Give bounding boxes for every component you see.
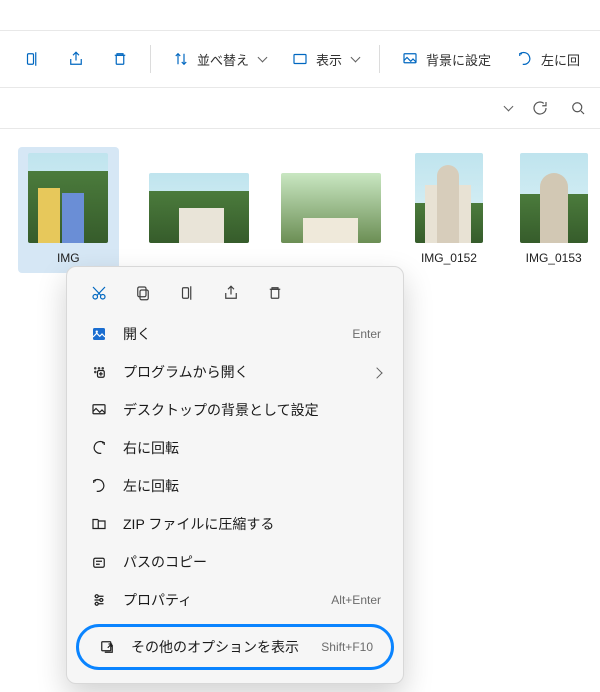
zip-icon [89, 514, 109, 534]
view-button[interactable]: 表示 [280, 43, 369, 75]
thumbnail-image [149, 173, 249, 243]
menu-rotate-left[interactable]: 左に回転 [73, 467, 397, 505]
toolbar-divider [379, 45, 380, 73]
rotate-left-label: 左に回 [541, 50, 580, 69]
rotate-left-icon [515, 49, 535, 69]
delete-button[interactable] [100, 43, 140, 75]
menu-properties-hint: Alt+Enter [331, 593, 381, 607]
refresh-button[interactable] [530, 98, 550, 118]
menu-properties[interactable]: プロパティ Alt+Enter [73, 581, 397, 619]
menu-set-background[interactable]: デスクトップの背景として設定 [73, 391, 397, 429]
thumbnail[interactable]: IMG_0152 [411, 147, 488, 273]
thumbnail-label: IMG_0152 [421, 251, 477, 265]
context-menu: 開く Enter プログラムから開く デスクトップの背景として設定 右に回転 左… [66, 266, 404, 684]
sort-icon [171, 49, 191, 69]
menu-open-hint: Enter [352, 327, 381, 341]
menu-rotate-right-label: 右に回転 [123, 438, 381, 458]
set-background-label: 背景に設定 [426, 50, 491, 69]
trash-icon[interactable] [265, 283, 285, 303]
menu-open-label: 開く [123, 324, 338, 344]
toolbar-divider [150, 45, 151, 73]
chevron-down-icon[interactable] [504, 102, 514, 112]
rotate-left-icon [89, 476, 109, 496]
sort-button[interactable]: 並べ替え [161, 43, 276, 75]
copy-path-icon [89, 552, 109, 572]
cut-icon[interactable] [89, 283, 109, 303]
menu-rotate-left-label: 左に回転 [123, 476, 381, 496]
chevron-right-icon [373, 365, 381, 380]
chevron-down-icon [351, 53, 361, 63]
chevron-down-icon [258, 53, 268, 63]
toolbar: 並べ替え 表示 背景に設定 左に回 [0, 30, 600, 88]
thumbnail[interactable]: IMG_0153 [515, 147, 592, 273]
menu-rotate-right[interactable]: 右に回転 [73, 429, 397, 467]
rename-button[interactable] [12, 43, 52, 75]
share-icon[interactable] [221, 283, 241, 303]
thumbnail-image [281, 173, 381, 243]
background-icon [400, 49, 420, 69]
menu-open-with-label: プログラムから開く [123, 362, 359, 382]
more-options-icon [97, 637, 117, 657]
rename-icon [22, 49, 42, 69]
menu-set-background-label: デスクトップの背景として設定 [123, 400, 381, 420]
rotate-right-icon [89, 438, 109, 458]
thumbnail[interactable] [147, 147, 251, 273]
search-button[interactable] [568, 98, 588, 118]
rename-icon[interactable] [177, 283, 197, 303]
menu-show-more-options[interactable]: その他のオプションを表示 Shift+F10 [79, 627, 391, 667]
menu-copy-path[interactable]: パスのコピー [73, 543, 397, 581]
set-background-button[interactable]: 背景に設定 [390, 43, 501, 75]
apps-icon [89, 362, 109, 382]
menu-show-more-options-hint: Shift+F10 [321, 640, 373, 654]
thumbnail-selected[interactable]: IMG [18, 147, 119, 273]
rotate-left-button[interactable]: 左に回 [505, 43, 590, 75]
trash-icon [110, 49, 130, 69]
menu-open-with[interactable]: プログラムから開く [73, 353, 397, 391]
menu-show-more-options-label: その他のオプションを表示 [131, 637, 307, 657]
copy-icon[interactable] [133, 283, 153, 303]
photo-icon [89, 324, 109, 344]
menu-copy-path-label: パスのコピー [123, 552, 381, 572]
thumbnail-label: IMG [57, 251, 80, 265]
background-icon [89, 400, 109, 420]
thumbnail-image [520, 153, 588, 243]
thumbnail-label: IMG_0153 [526, 251, 582, 265]
menu-open[interactable]: 開く Enter [73, 315, 397, 353]
thumbnail[interactable] [279, 147, 383, 273]
sort-label: 並べ替え [197, 50, 249, 69]
menu-zip-label: ZIP ファイルに圧縮する [123, 514, 381, 534]
context-menu-icon-strip [73, 277, 397, 315]
properties-icon [89, 590, 109, 610]
thumbnails: IMG IMG_0152 IMG_0153 [0, 129, 600, 273]
thumbnail-image [415, 153, 483, 243]
view-icon [290, 49, 310, 69]
share-button[interactable] [56, 43, 96, 75]
view-label: 表示 [316, 50, 342, 69]
thumbnail-image [28, 153, 108, 243]
share-icon [66, 49, 86, 69]
subbar [0, 88, 600, 129]
menu-properties-label: プロパティ [123, 590, 317, 610]
menu-zip[interactable]: ZIP ファイルに圧縮する [73, 505, 397, 543]
